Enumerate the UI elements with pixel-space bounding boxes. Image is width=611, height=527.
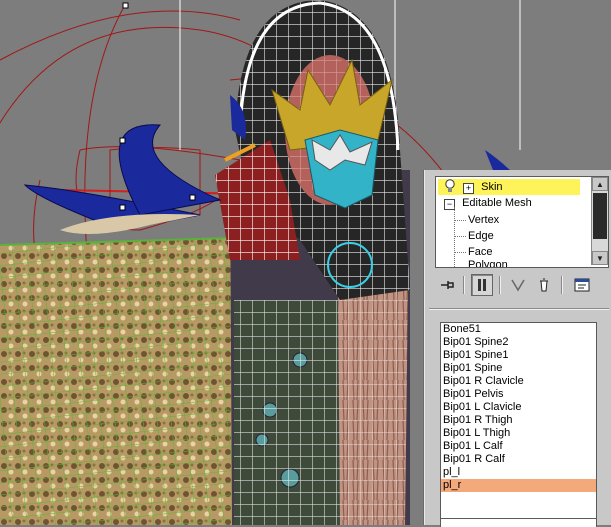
bone-list[interactable]: Bone51 Bip01 Spine2 Bip01 Spine1 Bip01 Spin… (440, 322, 597, 519)
tree-branch (454, 236, 466, 238)
bone-list-item[interactable]: Bip01 L Clavicle (441, 401, 596, 414)
modifier-stack[interactable]: + Skin − Editable Mesh Vertex Edge Face … (435, 176, 609, 268)
pin-stack-icon[interactable] (437, 274, 459, 296)
scroll-down-icon[interactable]: ▼ (592, 251, 608, 265)
sub-object-edge[interactable]: Edge (468, 228, 494, 244)
stack-scrollbar[interactable]: ▲ ▼ (591, 177, 608, 265)
lightbulb-icon[interactable] (444, 179, 456, 193)
stack-toolbar (435, 274, 607, 296)
bone-list-item[interactable]: Bone51 (441, 323, 596, 336)
bone-list-item[interactable]: pl_l (441, 466, 596, 479)
bone-list-item[interactable]: Bip01 L Thigh (441, 427, 596, 440)
show-end-result-icon[interactable] (471, 274, 493, 296)
bone-list-item[interactable]: pl_r (441, 479, 596, 492)
configure-modifier-sets-icon[interactable] (571, 274, 593, 296)
tree-branch (454, 220, 466, 222)
bone-list-item[interactable]: Bip01 Spine1 (441, 349, 596, 362)
modifier-label: Skin (481, 181, 503, 193)
scroll-thumb[interactable] (593, 193, 607, 239)
sub-object-polygon[interactable]: Polygon (468, 260, 508, 267)
scroll-up-icon[interactable]: ▲ (592, 177, 608, 191)
modifier-label: Editable Mesh (462, 197, 532, 209)
bone-list-bottom-field[interactable] (440, 518, 597, 527)
expand-icon[interactable]: + (463, 183, 475, 194)
tree-branch (454, 252, 466, 254)
toolbar-separator (499, 276, 501, 294)
command-panel: + Skin − Editable Mesh Vertex Edge Face … (424, 170, 611, 527)
panel-divider (429, 308, 609, 310)
sub-object-face[interactable]: Face (468, 244, 492, 260)
bone-list-item[interactable]: Bip01 Spine (441, 362, 596, 375)
make-unique-icon[interactable] (507, 274, 529, 296)
remove-modifier-icon[interactable] (533, 274, 555, 296)
modifier-skin[interactable]: + Skin (438, 179, 580, 195)
bone-list-item[interactable]: Bip01 Spine2 (441, 336, 596, 349)
sub-object-vertex[interactable]: Vertex (468, 212, 499, 228)
bone-list-item[interactable]: Bip01 R Thigh (441, 414, 596, 427)
bone-list-item[interactable]: Bip01 Pelvis (441, 388, 596, 401)
bone-list-item[interactable]: Bip01 R Clavicle (441, 375, 596, 388)
toolbar-separator (463, 276, 465, 294)
modifier-editable-mesh[interactable]: − Editable Mesh (438, 195, 580, 211)
toolbar-separator (561, 276, 563, 294)
bone-list-item[interactable]: Bip01 L Calf (441, 440, 596, 453)
bone-list-item[interactable]: Bip01 R Calf (441, 453, 596, 466)
